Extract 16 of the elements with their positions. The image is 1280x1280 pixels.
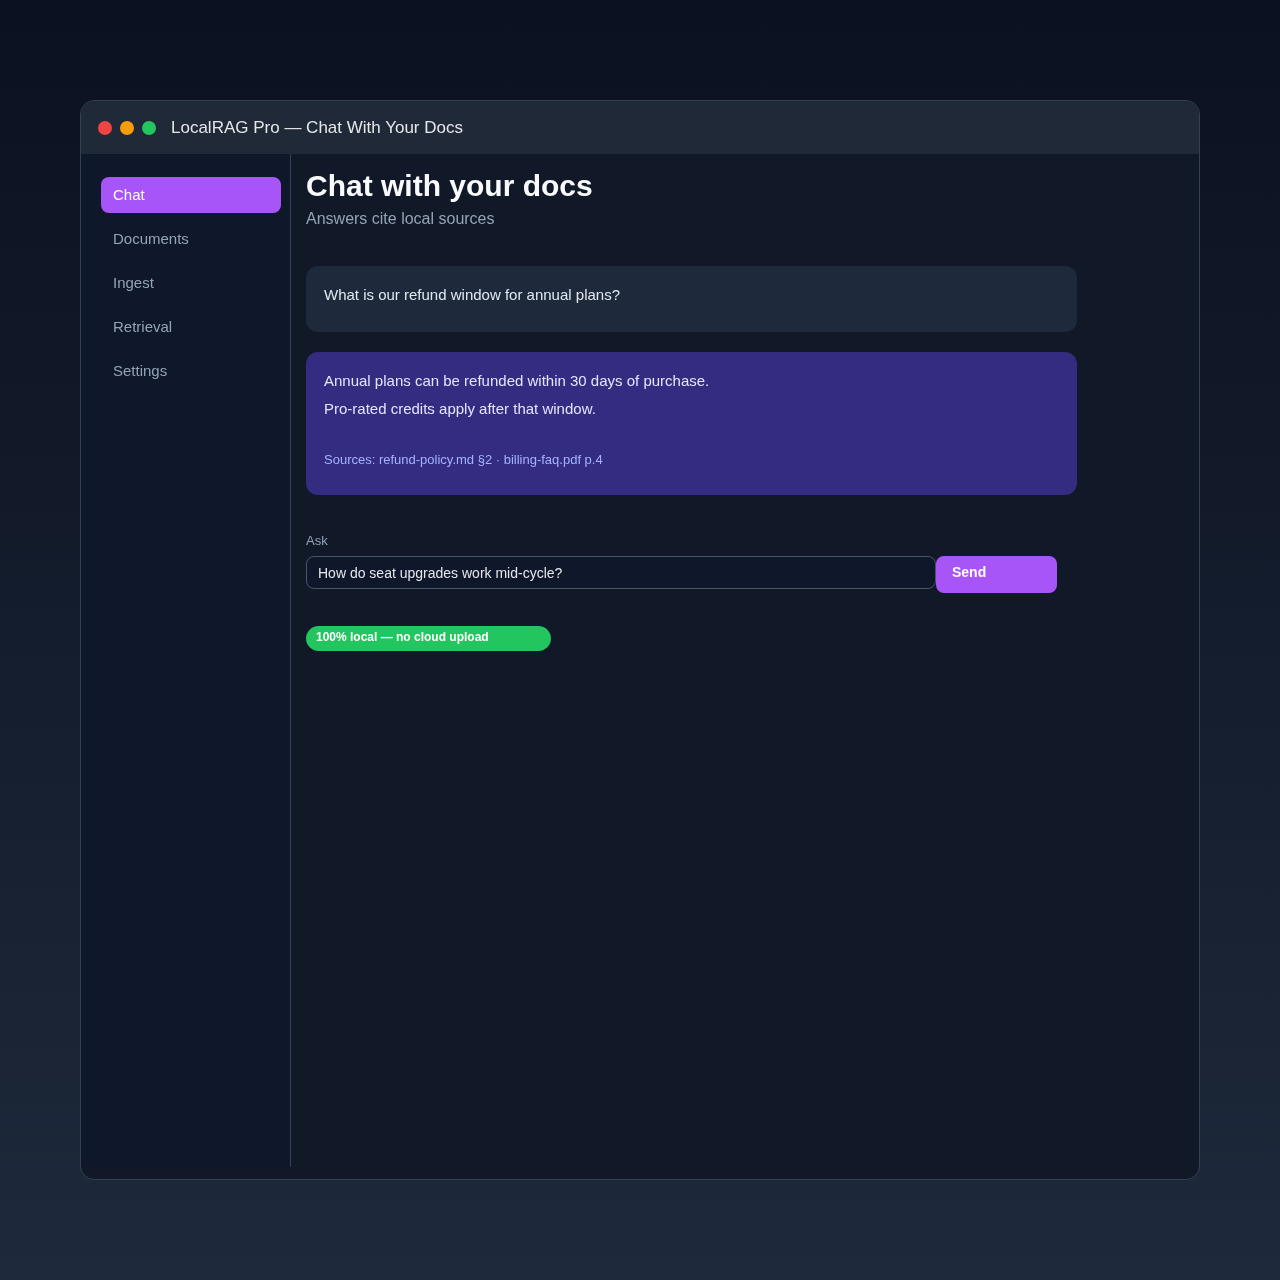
send-button[interactable]: Send (936, 556, 1057, 593)
page-subtitle: Answers cite local sources (306, 209, 495, 229)
sidebar-item[interactable]: Chat (101, 177, 281, 213)
sidebar-item[interactable]: Retrieval (101, 309, 281, 345)
message-text: Annual plans can be refunded within 30 days of purchase. (324, 371, 710, 391)
sidebar-item[interactable]: Settings (101, 353, 281, 389)
message-text: What is our refund window for annual plans? (324, 285, 620, 305)
local-status-badge: 100% local — no cloud upload (306, 626, 551, 651)
sources-citation: Sources: refund-policy.md §2 · billing-faq.pdf p.4 (324, 451, 603, 469)
ask-input-field[interactable]: How do seat upgrades work mid-cycle? (306, 556, 936, 589)
ask-label: Ask (306, 533, 328, 549)
sidebar-item[interactable]: Ingest (101, 265, 281, 301)
window-title: LocalRAG Pro — Chat With Your Docs (171, 116, 463, 139)
message-text: Pro-rated credits apply after that window. (324, 399, 596, 419)
page-title: Chat with your docs (306, 168, 593, 204)
sidebar-item[interactable]: Documents (101, 221, 281, 257)
